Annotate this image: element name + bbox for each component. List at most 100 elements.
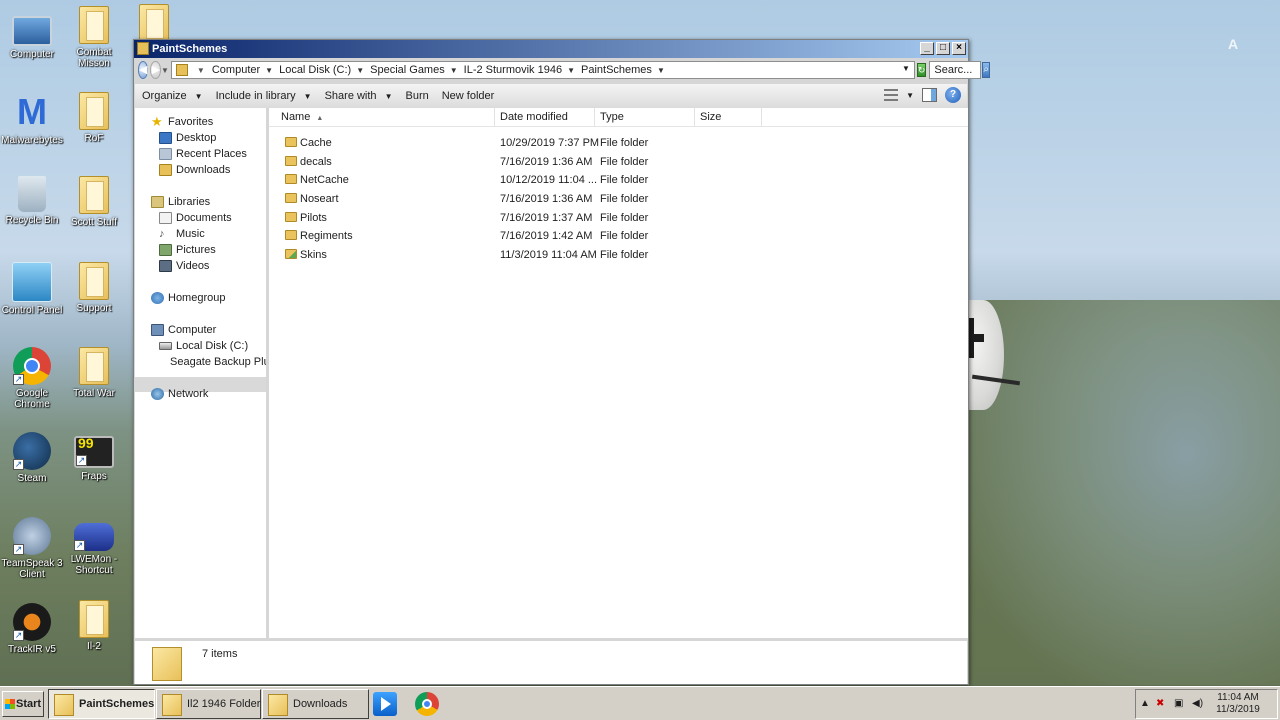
desktop-icon-fraps[interactable]: ↗ Fraps xyxy=(62,432,126,482)
change-view-icon[interactable] xyxy=(884,89,899,101)
taskbar-item-downloads[interactable]: Downloads xyxy=(262,689,369,719)
table-row[interactable]: Skins 11/3/2019 11:04 AM File folder xyxy=(269,246,949,264)
table-row[interactable]: Cache 10/29/2019 7:37 PM File folder xyxy=(269,134,949,152)
nav-computer[interactable]: Computer xyxy=(151,323,216,337)
nav-local-disk[interactable]: Local Disk (C:) xyxy=(159,339,248,353)
nav-documents[interactable]: Documents xyxy=(159,211,232,225)
breadcrumb-label: Local Disk (C:) xyxy=(279,64,352,76)
burn-button[interactable]: Burn xyxy=(399,85,434,107)
window-titlebar[interactable]: PaintSchemes _ □ × xyxy=(134,40,968,58)
nav-videos[interactable]: Videos xyxy=(159,259,209,273)
nav-desktop[interactable]: Desktop xyxy=(159,131,216,145)
steam-icon: ↗ xyxy=(13,432,51,470)
breadcrumb-label: PaintSchemes xyxy=(581,64,652,76)
column-header-name[interactable]: Name ▲ xyxy=(269,108,495,127)
nav-downloads[interactable]: Downloads xyxy=(159,163,230,177)
chrome-icon[interactable] xyxy=(415,692,439,716)
column-header-date-modified[interactable]: Date modified xyxy=(495,108,595,127)
clock-date: 11/3/2019 xyxy=(1216,704,1260,715)
share-with-button[interactable]: Share with ▼ xyxy=(319,85,399,107)
address-dropdown-icon[interactable]: ▼ xyxy=(902,64,910,73)
desktop-icon-chrome[interactable]: ↗ Google Chrome xyxy=(0,347,64,410)
address-bar[interactable]: ▼ Computer ▼ Local Disk (C:) ▼ Special Gam… xyxy=(170,61,915,79)
desktop-icon-total-war[interactable]: Total War xyxy=(62,347,126,399)
column-header-label: Date modified xyxy=(500,111,568,123)
shortcut-arrow-icon: ↗ xyxy=(13,630,24,641)
nav-seagate[interactable]: Seagate Backup Plus D xyxy=(159,355,266,369)
desktop-icon-rof[interactable]: RoF xyxy=(62,92,126,144)
column-header-size[interactable]: Size xyxy=(695,108,762,127)
maximize-button[interactable]: □ xyxy=(936,42,950,55)
desktop-icon-support[interactable]: Support xyxy=(62,262,126,314)
refresh-button[interactable]: ↻ xyxy=(916,63,927,77)
breadcrumb-computer[interactable]: Computer ▼ xyxy=(212,64,273,76)
nav-pictures[interactable]: Pictures xyxy=(159,243,216,257)
organize-button[interactable]: Organize ▼ xyxy=(136,85,209,107)
desktop-icon-trackir[interactable]: ↗ TrackIR v5 xyxy=(0,603,64,655)
forward-button[interactable]: ▶ xyxy=(150,61,161,79)
taskbar-item-il2-folder[interactable]: Il2 1946 Folder xyxy=(156,689,261,719)
desktop-icon-teamspeak[interactable]: ↗ TeamSpeak 3 Client xyxy=(0,517,64,580)
close-button[interactable]: × xyxy=(952,42,966,55)
security-alert-icon[interactable]: ✖ xyxy=(1156,698,1164,709)
chevron-down-icon[interactable]: ▼ xyxy=(265,66,273,75)
history-dropdown-icon[interactable]: ▼ xyxy=(161,66,169,75)
table-row[interactable]: decals 7/16/2019 1:36 AM File folder xyxy=(269,153,949,171)
file-date: 7/16/2019 1:36 AM xyxy=(500,156,593,168)
desktop-icon-recycle-bin[interactable]: Recycle Bin xyxy=(0,176,64,226)
include-in-library-button[interactable]: Include in library ▼ xyxy=(210,85,318,107)
volume-icon[interactable]: ◀) xyxy=(1192,698,1203,709)
chevron-down-icon[interactable]: ▼ xyxy=(657,66,665,75)
folder-icon xyxy=(285,156,297,166)
desktop-icon-lwemon[interactable]: ↗ LWEMon - Shortcut xyxy=(62,517,126,576)
table-row[interactable]: NetCache 10/12/2019 11:04 ... File folder xyxy=(269,171,949,189)
breadcrumb-paintschemes[interactable]: PaintSchemes ▼ xyxy=(581,64,665,76)
nav-recent-places[interactable]: Recent Places xyxy=(159,147,247,161)
nav-music[interactable]: ♪ Music xyxy=(159,227,205,241)
homegroup-icon xyxy=(151,292,164,304)
table-row[interactable]: Noseart 7/16/2019 1:36 AM File folder xyxy=(269,190,949,208)
file-type: File folder xyxy=(600,193,649,205)
minimize-button[interactable]: _ xyxy=(920,42,934,55)
help-icon[interactable]: ? xyxy=(945,87,961,103)
chevron-up-icon[interactable]: ▲ xyxy=(1140,698,1150,709)
back-button[interactable]: ◀ xyxy=(138,61,149,79)
nav-network[interactable]: Network xyxy=(151,387,208,401)
nav-libraries[interactable]: Libraries xyxy=(151,195,210,209)
network-tray-icon[interactable]: ▣ xyxy=(1174,698,1183,709)
desktop-icon-combat-mission[interactable]: Combat Misson xyxy=(62,6,126,69)
search-input[interactable]: Searc... xyxy=(929,61,982,79)
clock[interactable]: 11:04 AM 11/3/2019 xyxy=(1210,692,1266,716)
media-player-icon[interactable] xyxy=(373,692,397,716)
desktop-icon-malwarebytes[interactable]: Malwarebytes xyxy=(0,92,64,146)
navigation-pane: ★ Favorites Desktop Recent Places Downloa… xyxy=(135,108,267,638)
shortcut-arrow-icon: ↗ xyxy=(74,540,85,551)
chevron-down-icon[interactable]: ▼ xyxy=(906,91,914,100)
desktop-icon-label: Malwarebytes xyxy=(1,135,63,146)
taskbar-item-paintschemes[interactable]: PaintSchemes xyxy=(48,689,155,719)
desktop-icon-control-panel[interactable]: Control Panel xyxy=(0,262,64,316)
chevron-down-icon[interactable]: ▼ xyxy=(196,66,206,75)
search-icon[interactable]: ⌕ xyxy=(982,62,991,78)
desktop-icon-steam[interactable]: ↗ Steam xyxy=(0,432,64,484)
table-row[interactable]: Pilots 7/16/2019 1:37 AM File folder xyxy=(269,209,949,227)
preview-pane-icon[interactable] xyxy=(922,88,937,102)
breadcrumb-local-disk[interactable]: Local Disk (C:) ▼ xyxy=(279,64,364,76)
desktop-icon-computer[interactable]: Computer xyxy=(0,10,64,60)
nav-favorites[interactable]: ★ Favorites xyxy=(151,115,213,129)
new-folder-button[interactable]: New folder xyxy=(436,85,501,107)
folder-icon xyxy=(79,600,109,638)
desktop-icon-scott-stuff[interactable]: Scott Stuff xyxy=(62,176,126,228)
table-row[interactable]: Regiments 7/16/2019 1:42 AM File folder xyxy=(269,227,949,245)
breadcrumb-special-games[interactable]: Special Games ▼ xyxy=(370,64,458,76)
start-button[interactable]: Start xyxy=(2,691,44,717)
chevron-down-icon[interactable]: ▼ xyxy=(356,66,364,75)
chevron-down-icon[interactable]: ▼ xyxy=(450,66,458,75)
explorer-window: PaintSchemes _ □ × ◀ ▶ ▼ ▼ Computer ▼ Loc… xyxy=(133,39,991,685)
column-header-type[interactable]: Type xyxy=(595,108,695,127)
chevron-down-icon[interactable]: ▼ xyxy=(567,66,575,75)
desktop-icon-il2[interactable]: Il-2 xyxy=(62,600,126,652)
nav-homegroup[interactable]: Homegroup xyxy=(151,291,225,305)
breadcrumb-label: Special Games xyxy=(370,64,445,76)
breadcrumb-il2[interactable]: IL-2 Sturmovik 1946 ▼ xyxy=(464,64,575,76)
